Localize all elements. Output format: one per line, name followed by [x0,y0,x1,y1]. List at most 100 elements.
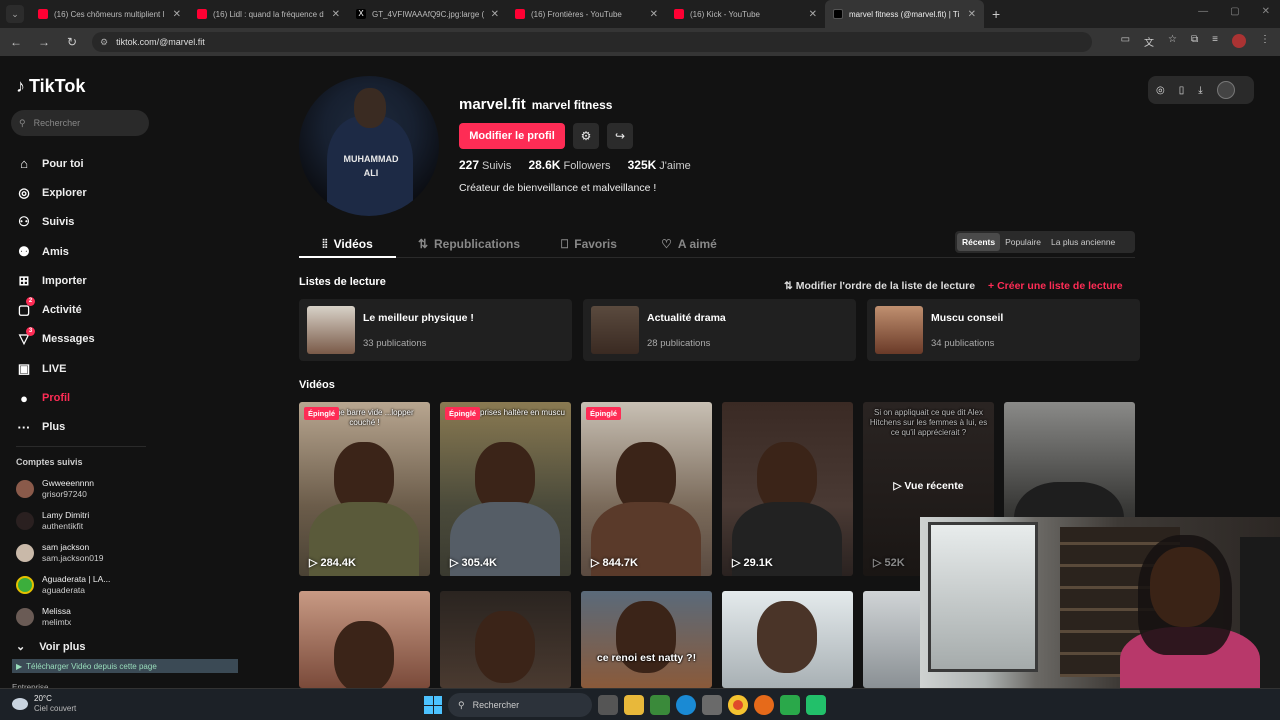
video-thumbnail[interactable]: ▷ 29.1K [722,402,853,576]
user-avatar[interactable] [1216,81,1235,99]
close-icon[interactable]: ✕ [650,9,658,20]
followed-account[interactable]: Lamy Dimitri authentikfit [16,510,156,532]
tiktok-logo[interactable]: ♪ TikTok [16,76,85,97]
followed-account[interactable]: Gwweeennnn grisor97240 [16,478,156,500]
youtube-icon [38,9,48,19]
browser-tab-active[interactable]: marvel fitness (@marvel.fit) | Ti ✕ [825,0,984,28]
tab-search-icon[interactable]: ⌄ [6,5,24,23]
new-tab-icon[interactable]: + [992,6,1000,22]
device-icon[interactable]: ▯ [1179,85,1185,96]
tab-videos[interactable]: ⦙⦙ Vidéos [299,230,396,258]
forward-icon[interactable]: → [32,35,56,49]
sidebar-item-plus[interactable]: ··· Plus [16,413,95,442]
sidebar-item-profil[interactable]: ● Profil [16,383,95,412]
video-thumbnail[interactable]: ...er une barre vide ...lopper couché ! … [299,402,430,576]
sidebar-item-importer[interactable]: ⊞ Importer [16,266,95,295]
nav-label: Plus [42,421,66,434]
video-thumbnail[interactable] [440,591,571,688]
store-icon[interactable] [702,695,722,715]
windows-start-icon[interactable] [424,696,442,714]
browser-tab[interactable]: (16) Lidl : quand la fréquence d ✕ [189,0,348,28]
star-icon[interactable]: ☆ [1168,34,1177,49]
browser-tab[interactable]: (16) Frontières - YouTube ✕ [507,0,666,28]
see-more-button[interactable]: ⌄ Voir plus [16,640,85,654]
menu-icon[interactable]: ⋮ [1260,34,1270,49]
reading-list-icon[interactable]: ≡ [1212,34,1218,49]
back-icon[interactable]: ← [4,35,28,49]
video-thumbnail[interactable]: Épinglé ▷ 844.7K [581,402,712,576]
close-icon[interactable]: ✕ [491,9,499,20]
create-playlist-button[interactable]: + Créer une liste de lecture [988,280,1123,292]
video-thumbnail[interactable]: prises haltère en muscu Épinglé ▷ 305.4K [440,402,571,576]
followed-account[interactable]: Aguaderata | LA... aguaderata [16,574,156,596]
sort-popular[interactable]: Populaire [1000,233,1046,251]
chrome-icon[interactable] [728,695,748,715]
translate-icon[interactable]: 文 [1144,34,1154,49]
followers-stat[interactable]: 28.6K Followers [528,158,610,172]
weather-widget[interactable]: 20°C Ciel couvert [12,694,76,714]
edit-profile-button[interactable]: Modifier le profil [459,123,565,149]
site-info-icon[interactable]: ⚙ [100,37,108,48]
maximize-icon[interactable]: ▢ [1230,6,1239,17]
tab-republications[interactable]: ⇅ Republications [409,230,529,258]
browser-tab[interactable]: X GT_4VFIWAAAfQ9C.jpg:large (✕ [348,0,507,28]
sidebar-item-activite[interactable]: ▢ 2 Activité [16,295,95,324]
whatsapp-icon[interactable] [806,695,826,715]
sidebar-item-live[interactable]: ▣ LIVE [16,354,95,383]
sort-recent[interactable]: Récents [957,233,1001,251]
sidebar-item-amis[interactable]: ⚉ Amis [16,237,95,266]
coins-icon[interactable]: ◎ [1156,85,1165,96]
profile-avatar[interactable]: MUHAMMAD ALI [299,76,439,216]
close-window-icon[interactable]: ✕ [1262,6,1270,17]
sidebar-item-pour-toi[interactable]: ⌂ Pour toi [16,149,95,178]
edge-icon[interactable] [676,695,696,715]
video-thumbnail[interactable]: ce renoi est natty ?! [581,591,712,688]
file-explorer-icon[interactable] [624,695,644,715]
repost-icon: ⇅ [417,237,429,251]
account-name: Gwweeennnn [42,478,94,488]
tab-favoris[interactable]: ⎕ Favoris [549,230,629,258]
nvidia-icon[interactable] [650,695,670,715]
playlist-card[interactable]: Actualité drama 28 publications [583,299,856,361]
video-thumbnail[interactable] [722,591,853,688]
tab-title: (16) Kick - YouTube [690,9,760,19]
tab-aime[interactable]: ♡ A aimé [649,230,729,258]
taskbar-search[interactable]: ⚲ Rechercher [448,693,592,717]
followed-account[interactable]: sam jackson sam.jackson019 [16,542,156,564]
nav-label: LIVE [42,362,67,375]
playlist-card[interactable]: Muscu conseil 34 publications [867,299,1140,361]
sidebar-item-explorer[interactable]: ◎ Explorer [16,178,95,207]
playlist-card[interactable]: Le meilleur physique ! 33 publications [299,299,572,361]
firefox-icon[interactable] [754,695,774,715]
reload-icon[interactable]: ↻ [60,35,84,49]
minimize-icon[interactable]: — [1198,6,1208,17]
tab-title: (16) Lidl : quand la fréquence d [213,9,324,19]
browser-tab[interactable]: (16) Kick - YouTube ✕ [666,0,825,28]
task-view-icon[interactable] [598,695,618,715]
sidebar-item-messages[interactable]: ▽ 3 Messages [16,325,95,354]
close-icon[interactable]: ✕ [173,9,181,20]
browser-tab[interactable]: (16) Ces chômeurs multiplient l ✕ [30,0,189,28]
settings-button[interactable]: ⚙ [573,123,599,149]
close-icon[interactable]: ✕ [809,9,817,20]
app-icon[interactable] [780,695,800,715]
sort-oldest[interactable]: La plus ancienne [1046,233,1120,251]
url-field[interactable]: ⚙ tiktok.com/@marvel.fit [92,32,1092,52]
extensions-icon[interactable]: ⧉ [1191,34,1198,49]
cast-icon[interactable]: ▭ [1121,34,1130,49]
divider [16,446,146,447]
reorder-playlists-button[interactable]: ⇅ Modifier l'ordre de la liste de lectur… [784,280,975,292]
account-handle: authentikfit [42,521,84,531]
share-button[interactable]: ↪ [607,123,633,149]
sidebar-item-suivis[interactable]: ⚇ Suivis [16,208,95,237]
search-input[interactable]: ⚲ Rechercher [11,110,149,136]
close-icon[interactable]: ✕ [332,9,340,20]
username: marvel.fit [459,96,526,113]
browser-profile-avatar[interactable] [1232,34,1246,48]
download-extension-bar[interactable]: ▶ Télécharger Vidéo depuis cette page [12,659,238,673]
following-stat[interactable]: 227 Suivis [459,158,511,172]
close-icon[interactable]: ✕ [968,9,976,20]
download-icon[interactable]: ⤓ [1198,85,1202,96]
followed-account[interactable]: Melissa melimtx [16,606,156,628]
video-thumbnail[interactable] [299,591,430,688]
